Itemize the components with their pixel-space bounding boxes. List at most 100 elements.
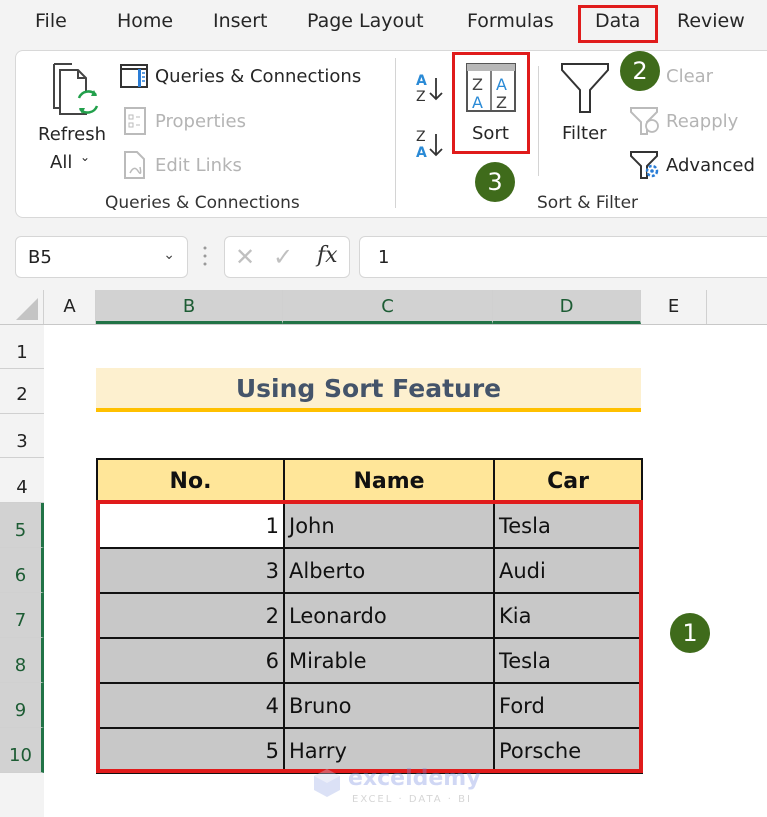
sort-button-highlight bbox=[452, 52, 530, 154]
row-header-6[interactable]: 6 bbox=[0, 548, 44, 593]
name-box-value: B5 bbox=[28, 247, 52, 268]
queries-connections-icon bbox=[120, 64, 148, 88]
tab-insert[interactable]: Insert bbox=[213, 10, 268, 32]
cell-no[interactable]: 6 bbox=[96, 637, 285, 684]
column-header-c[interactable]: C bbox=[283, 290, 493, 324]
cell-car[interactable]: Kia bbox=[493, 592, 643, 639]
column-header-e[interactable]: E bbox=[641, 290, 707, 324]
column-header-f[interactable] bbox=[707, 290, 767, 324]
edit-links-label: Edit Links bbox=[155, 155, 242, 176]
row-header-9[interactable]: 9 bbox=[0, 683, 44, 728]
queries-group-label: Queries & Connections bbox=[105, 193, 300, 213]
refresh-label: Refresh bbox=[38, 124, 106, 145]
edit-links-icon bbox=[124, 151, 145, 179]
drag-handle-icon[interactable] bbox=[203, 244, 207, 268]
table-row: 2 Leonardo Kia bbox=[96, 592, 643, 639]
group-separator bbox=[395, 58, 396, 208]
tab-data-highlight bbox=[578, 5, 658, 43]
tab-formulas[interactable]: Formulas bbox=[467, 10, 554, 32]
watermark-brand: exceldemy bbox=[348, 766, 481, 791]
insert-function-icon[interactable]: fx bbox=[317, 243, 338, 268]
cell-no[interactable]: 2 bbox=[96, 592, 285, 639]
cell-car[interactable]: Porsche bbox=[493, 727, 643, 774]
step-badge-2: 2 bbox=[620, 51, 660, 91]
data-table: No. Name Car 1 John Tesla 3 Alberto Audi… bbox=[96, 458, 643, 774]
tab-review[interactable]: Review bbox=[677, 10, 745, 32]
enter-icon[interactable]: ✓ bbox=[273, 243, 293, 271]
cell-no[interactable]: 5 bbox=[96, 727, 285, 774]
table-row: 1 John Tesla bbox=[96, 502, 643, 549]
svg-text:A: A bbox=[416, 73, 427, 89]
chevron-down-icon[interactable]: ⌄ bbox=[163, 247, 175, 263]
cell-name[interactable]: John bbox=[283, 502, 495, 549]
step-badge-3: 3 bbox=[475, 162, 515, 202]
cell-no[interactable]: 4 bbox=[96, 682, 285, 729]
sort-filter-group-label: Sort & Filter bbox=[537, 193, 639, 213]
queries-connections-label: Queries & Connections bbox=[155, 66, 362, 87]
select-all-button[interactable] bbox=[0, 290, 44, 324]
cell-car[interactable]: Tesla bbox=[493, 502, 643, 549]
watermark: exceldemy EXCEL · DATA · BI bbox=[312, 766, 481, 805]
refresh-all-label: All bbox=[50, 152, 73, 173]
tab-page-layout[interactable]: Page Layout bbox=[307, 10, 424, 32]
svg-text:Z: Z bbox=[416, 129, 426, 145]
sort-az-icon: A Z bbox=[416, 73, 443, 104]
column-header-d[interactable]: D bbox=[493, 290, 641, 324]
row-header-7[interactable]: 7 bbox=[0, 593, 44, 638]
row-header-10[interactable]: 10 bbox=[0, 728, 44, 773]
cell-name[interactable]: Bruno bbox=[283, 682, 495, 729]
filter-label: Filter bbox=[562, 123, 607, 144]
cell-name[interactable]: Alberto bbox=[283, 547, 495, 594]
sort-za-icon: Z A bbox=[416, 129, 443, 160]
tab-home[interactable]: Home bbox=[117, 10, 173, 32]
refresh-all-icon bbox=[53, 63, 99, 115]
table-row: 3 Alberto Audi bbox=[96, 547, 643, 594]
clear-label: Clear bbox=[666, 66, 714, 87]
table-header-row: No. Name Car bbox=[96, 458, 643, 504]
select-all-triangle-icon bbox=[16, 298, 38, 320]
chevron-down-icon: ⌄ bbox=[80, 150, 91, 164]
column-header-a[interactable]: A bbox=[44, 290, 96, 324]
reapply-icon bbox=[630, 107, 659, 135]
header-car[interactable]: Car bbox=[493, 458, 643, 504]
column-header-b[interactable]: B bbox=[96, 290, 283, 324]
advanced-label: Advanced bbox=[666, 155, 755, 176]
header-no[interactable]: No. bbox=[96, 458, 285, 504]
formula-value: 1 bbox=[378, 247, 390, 268]
row-header-1[interactable]: 1 bbox=[0, 325, 44, 369]
cancel-icon[interactable]: ✕ bbox=[235, 243, 255, 271]
row-header-2[interactable]: 2 bbox=[0, 369, 44, 414]
table-row: 6 Mirable Tesla bbox=[96, 637, 643, 684]
step-badge-1: 1 bbox=[670, 613, 710, 653]
row-header-8[interactable]: 8 bbox=[0, 638, 44, 683]
cell-car[interactable]: Ford bbox=[493, 682, 643, 729]
row-header-5[interactable]: 5 bbox=[0, 503, 44, 548]
row-header-3[interactable]: 3 bbox=[0, 414, 44, 458]
sheet-title[interactable]: Using Sort Feature bbox=[96, 368, 641, 412]
filter-icon bbox=[561, 63, 609, 113]
advanced-filter-icon bbox=[630, 151, 659, 179]
cell-name[interactable]: Mirable bbox=[283, 637, 495, 684]
name-box[interactable]: B5 ⌄ bbox=[15, 236, 188, 278]
ribbon-tabs: File Home Insert Page Layout Formulas Da… bbox=[0, 0, 767, 46]
formula-buttons: ✕ ✓ fx bbox=[224, 236, 350, 278]
cell-name[interactable]: Leonardo bbox=[283, 592, 495, 639]
header-name[interactable]: Name bbox=[283, 458, 495, 504]
cell-car[interactable]: Audi bbox=[493, 547, 643, 594]
reapply-label: Reapply bbox=[666, 111, 739, 132]
header-divider bbox=[0, 324, 767, 325]
properties-label: Properties bbox=[155, 111, 246, 132]
cell-no[interactable]: 1 bbox=[96, 502, 285, 549]
exceldemy-logo-icon bbox=[314, 769, 340, 797]
svg-text:A: A bbox=[416, 145, 427, 160]
formula-input[interactable]: 1 bbox=[359, 236, 767, 278]
svg-text:Z: Z bbox=[416, 89, 426, 104]
separator bbox=[538, 66, 539, 176]
cell-no[interactable]: 3 bbox=[96, 547, 285, 594]
properties-icon bbox=[124, 107, 146, 135]
row-header-4[interactable]: 4 bbox=[0, 458, 44, 503]
row-header-11[interactable] bbox=[0, 773, 44, 817]
table-row: 4 Bruno Ford bbox=[96, 682, 643, 729]
tab-file[interactable]: File bbox=[35, 10, 67, 32]
cell-car[interactable]: Tesla bbox=[493, 637, 643, 684]
